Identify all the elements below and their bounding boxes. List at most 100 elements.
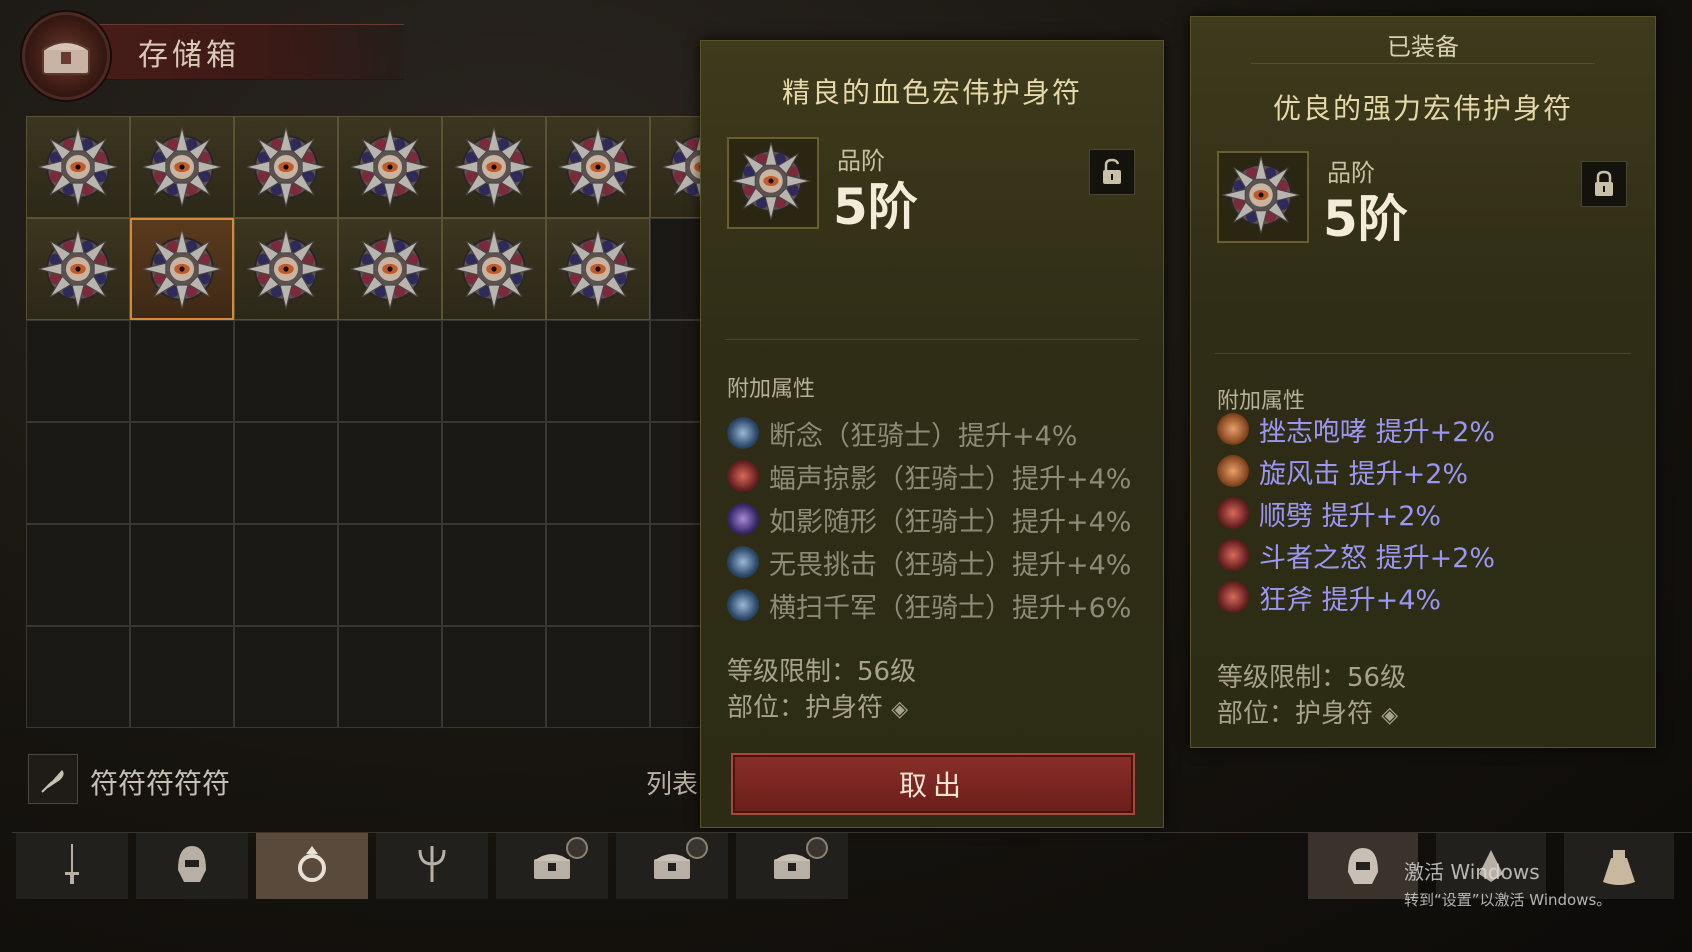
amulet-slot-icon: ◈ [891, 697, 909, 722]
stash-slot[interactable] [442, 116, 546, 218]
stash-slot[interactable] [442, 218, 546, 320]
stash-slot[interactable] [338, 626, 442, 728]
attribute-text: 旋风击 提升+2% [1259, 458, 1469, 490]
tab-chest[interactable] [496, 833, 608, 899]
skill-icon-purple [727, 503, 759, 535]
amulet-icon [142, 127, 222, 207]
attribute-row: 顺劈 提升+2% [1217, 493, 1441, 533]
stash-slot[interactable] [234, 524, 338, 626]
skill-icon-orange [1217, 413, 1249, 445]
stash-grid [26, 116, 754, 730]
stash-slot[interactable] [234, 422, 338, 524]
stash-slot[interactable] [26, 218, 130, 320]
filter-row: 符符符符符 列表 [28, 754, 708, 804]
stash-slot[interactable] [442, 320, 546, 422]
attribute-row: 横扫千军（狂骑士）提升+6% [727, 585, 1131, 625]
attribute-row: 蝠声掠影（狂骑士）提升+4% [727, 456, 1131, 496]
skill-icon-red [1217, 581, 1249, 613]
skill-icon-red [1217, 497, 1249, 529]
stash-slot[interactable] [130, 626, 234, 728]
trident-icon [410, 842, 454, 890]
helmet-icon [1348, 848, 1378, 884]
attribute-row: 狂斧 提升+4% [1217, 577, 1441, 617]
windows-activation-watermark: 激活 Windows 转到“设置”以激活 Windows。 [1404, 856, 1611, 910]
stash-slot[interactable] [338, 218, 442, 320]
stash-slot[interactable] [234, 626, 338, 728]
take-out-button[interactable]: 取出 [731, 753, 1135, 815]
amulet-icon [38, 127, 118, 207]
divider [1215, 353, 1631, 354]
watermark-line1: 激活 Windows [1404, 860, 1540, 884]
stash-slot[interactable] [338, 524, 442, 626]
stash-slot[interactable] [26, 626, 130, 728]
stash-slot[interactable] [26, 524, 130, 626]
grade-value: 5阶 [1323, 190, 1408, 248]
item-slot: 部位：护身符 ◈ [1217, 693, 1398, 730]
tab-chest[interactable] [736, 833, 848, 899]
clock-icon [686, 837, 708, 859]
attribute-text: 斗者之怒 提升+2% [1259, 542, 1496, 574]
helmet-icon [172, 842, 212, 890]
item-name: 优良的强力宏伟护身符 [1272, 92, 1573, 125]
tab-chest[interactable] [616, 833, 728, 899]
stash-slot[interactable] [546, 320, 650, 422]
tab-trident[interactable] [376, 833, 488, 899]
stash-slot[interactable] [130, 524, 234, 626]
item-thumbnail [727, 137, 819, 229]
item-tooltip-equipped: 已装备 优良的强力宏伟护身符 品阶 5阶 附加属性 挫志咆哮 提升+2% 旋风击 … [1190, 16, 1656, 748]
attribute-text: 如影随形（狂骑士）提升+4% [769, 506, 1132, 538]
amulet-icon [558, 229, 638, 309]
ring-icon [292, 842, 332, 890]
stash-slot[interactable] [130, 320, 234, 422]
attribute-row: 断念（狂骑士）提升+4% [727, 413, 1077, 453]
unlocked-padlock-icon[interactable] [1089, 149, 1135, 195]
feather-filter-icon[interactable] [28, 754, 78, 804]
skill-icon-blue [727, 589, 759, 621]
amulet-icon [350, 229, 430, 309]
stash-slot[interactable] [234, 218, 338, 320]
stash-header: 存储箱 [14, 8, 414, 100]
attribute-text: 狂斧 提升+4% [1259, 584, 1442, 616]
stash-title: 存储箱 [138, 38, 240, 73]
level-requirement: 等级限制：56级 [1217, 663, 1407, 693]
stash-slot[interactable] [546, 524, 650, 626]
stash-slot[interactable] [234, 116, 338, 218]
stash-slot[interactable] [442, 524, 546, 626]
attribute-text: 顺劈 提升+2% [1259, 500, 1442, 532]
item-tooltip-selected: 精良的血色宏伟护身符 品阶 5阶 附加属性 断念（狂骑士）提升+4% 蝠声掠影（狂… [700, 40, 1164, 828]
tab-ring[interactable] [256, 833, 368, 899]
stash-slot[interactable] [26, 116, 130, 218]
grade-value: 5阶 [833, 178, 918, 236]
locked-padlock-icon[interactable] [1581, 161, 1627, 207]
stash-slot[interactable] [234, 320, 338, 422]
stash-slot[interactable] [130, 218, 234, 320]
stash-slot[interactable] [26, 320, 130, 422]
list-view-toggle[interactable]: 列表 [646, 764, 698, 801]
tab-sword[interactable] [16, 833, 128, 899]
attribute-text: 无畏挑击（狂骑士）提升+4% [769, 549, 1132, 581]
stash-slot[interactable] [546, 218, 650, 320]
stash-slot[interactable] [26, 422, 130, 524]
attribute-text: 挫志咆哮 提升+2% [1259, 416, 1496, 448]
stash-slot[interactable] [130, 422, 234, 524]
stash-slot[interactable] [338, 422, 442, 524]
attribute-row: 旋风击 提升+2% [1217, 451, 1468, 491]
stash-slot[interactable] [338, 320, 442, 422]
stash-slot[interactable] [130, 116, 234, 218]
sword-icon [62, 842, 82, 890]
filter-text: 符符符符符 [90, 767, 231, 800]
amulet-icon [246, 127, 326, 207]
tab-helmet[interactable] [136, 833, 248, 899]
stash-slot[interactable] [546, 422, 650, 524]
chest-emblem-icon [22, 12, 110, 100]
skill-icon-blue [727, 417, 759, 449]
stash-slot[interactable] [442, 626, 546, 728]
stash-slot[interactable] [338, 116, 442, 218]
stash-slot[interactable] [442, 422, 546, 524]
stash-slot[interactable] [546, 626, 650, 728]
skill-icon-blue [727, 546, 759, 578]
level-requirement: 等级限制：56级 [727, 657, 917, 687]
skill-icon-red [727, 460, 759, 492]
stash-slot[interactable] [546, 116, 650, 218]
character-tab[interactable] [1308, 833, 1418, 899]
